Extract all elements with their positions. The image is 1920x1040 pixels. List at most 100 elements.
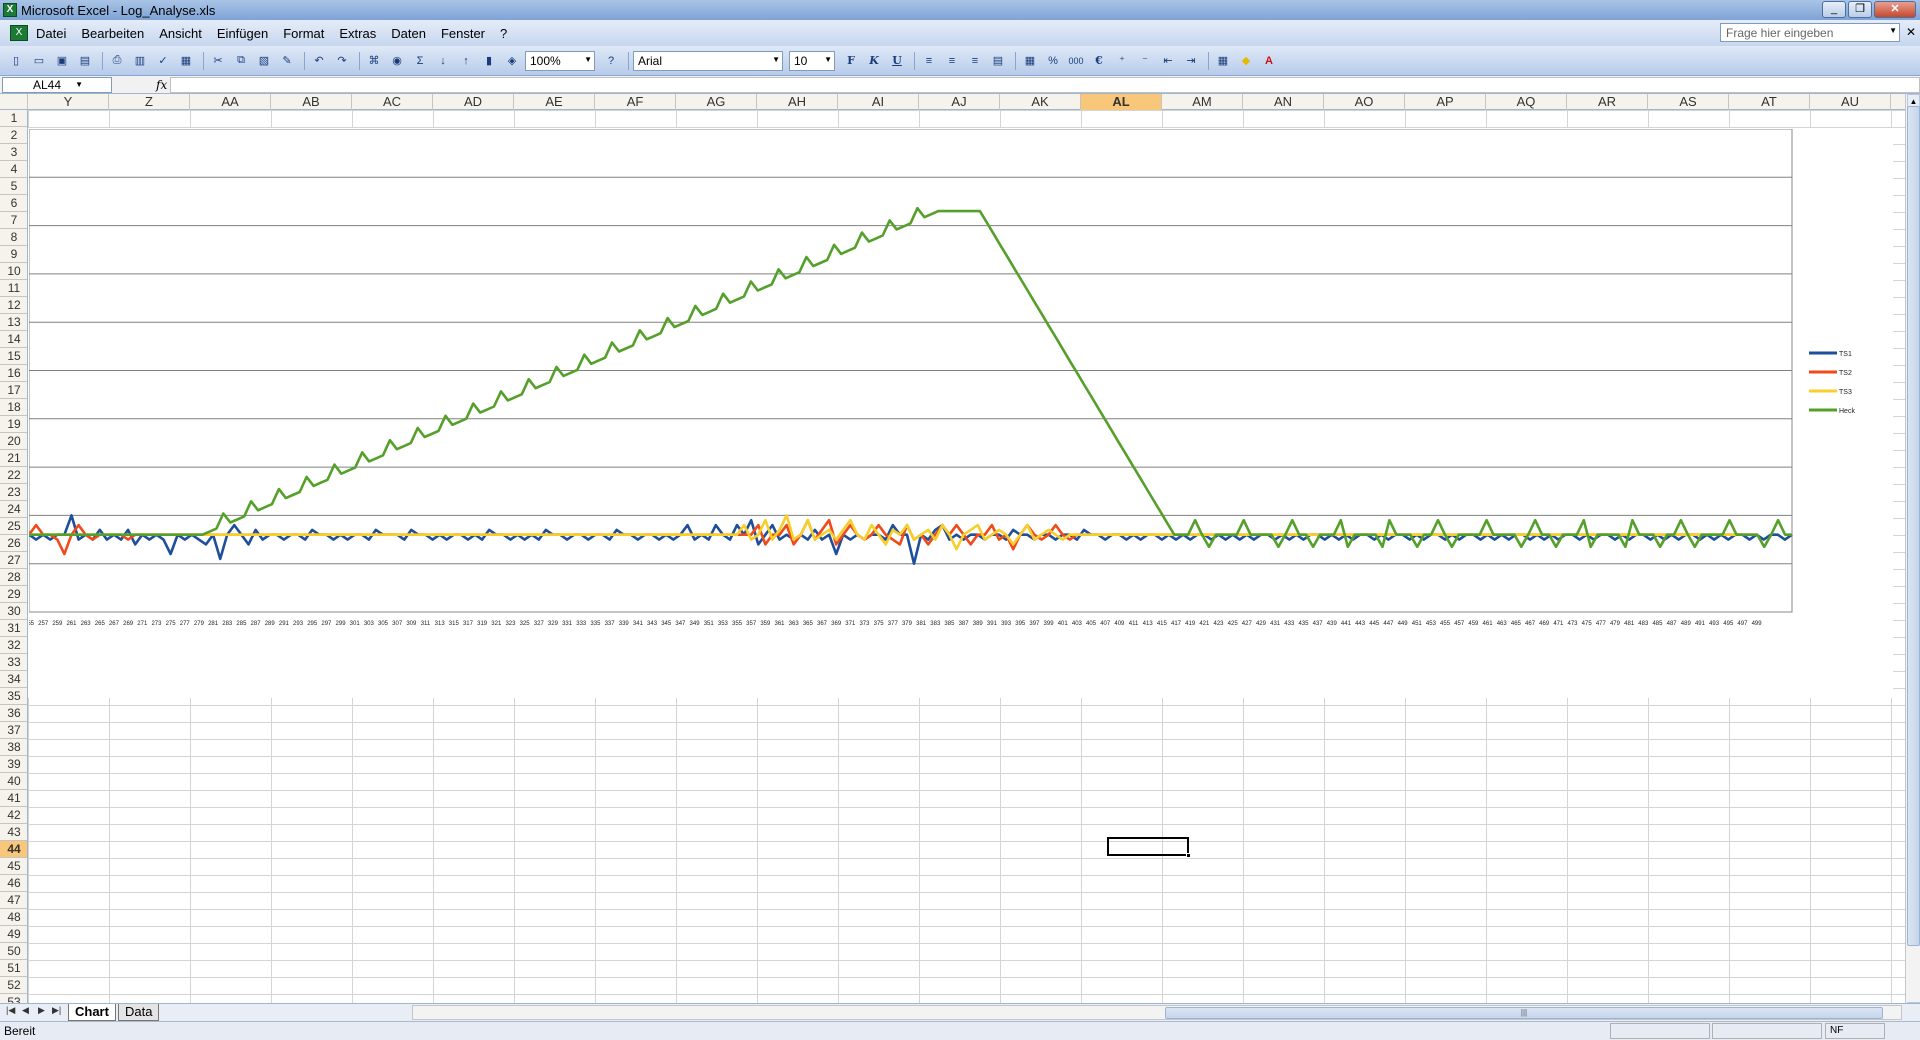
row-header-21[interactable]: 21 xyxy=(0,450,27,467)
vertical-scrollbar[interactable]: ▲ ▼ xyxy=(1905,94,1920,1016)
decrease-indent-icon[interactable]: ⇤ xyxy=(1158,51,1178,71)
horizontal-scroll-thumb[interactable]: ||| xyxy=(1165,1007,1883,1019)
row-header-17[interactable]: 17 xyxy=(0,382,27,399)
row-header-22[interactable]: 22 xyxy=(0,467,27,484)
drawing-icon[interactable]: ◈ xyxy=(502,51,522,71)
save-icon[interactable]: ▣ xyxy=(52,51,72,71)
row-header-12[interactable]: 12 xyxy=(0,297,27,314)
row-header-19[interactable]: 19 xyxy=(0,416,27,433)
column-header-au[interactable]: AU xyxy=(1810,94,1891,110)
menu-extras[interactable]: Extras xyxy=(339,26,376,41)
row-header-13[interactable]: 13 xyxy=(0,314,27,331)
open-folder-icon[interactable]: ▭ xyxy=(29,51,49,71)
menu-datei[interactable]: Datei xyxy=(36,26,66,41)
column-header-ag[interactable]: AG xyxy=(676,94,757,110)
row-header-11[interactable]: 11 xyxy=(0,280,27,297)
prev-sheet-icon[interactable]: ◀ xyxy=(22,1005,29,1016)
percent-button[interactable]: % xyxy=(1043,51,1063,71)
sheet-tab-data[interactable]: Data xyxy=(118,1004,160,1021)
row-header-50[interactable]: 50 xyxy=(0,943,27,960)
workbook-icon[interactable]: X xyxy=(10,25,28,41)
column-header-ah[interactable]: AH xyxy=(757,94,838,110)
zoom-select[interactable]: 100% ▼ xyxy=(525,50,595,71)
currency-icon[interactable]: ▦ xyxy=(1020,51,1040,71)
help-search-input[interactable]: Frage hier eingeben ▼ xyxy=(1720,23,1900,42)
column-header-ar[interactable]: AR xyxy=(1567,94,1648,110)
row-header-6[interactable]: 6 xyxy=(0,195,27,212)
row-header-52[interactable]: 52 xyxy=(0,977,27,994)
decrease-decimal-icon[interactable]: ⁻ xyxy=(1135,51,1155,71)
row-header-45[interactable]: 45 xyxy=(0,858,27,875)
menu-einfuegen[interactable]: Einfügen xyxy=(217,26,268,41)
row-header-5[interactable]: 5 xyxy=(0,178,27,195)
help-icon[interactable]: ? xyxy=(601,51,621,71)
row-header-8[interactable]: 8 xyxy=(0,229,27,246)
row-header-36[interactable]: 36 xyxy=(0,705,27,722)
restore-button[interactable]: ❐ xyxy=(1848,1,1872,18)
menu-ansicht[interactable]: Ansicht xyxy=(159,26,202,41)
column-header-ad[interactable]: AD xyxy=(433,94,514,110)
column-header-ap[interactable]: AP xyxy=(1405,94,1486,110)
row-header-35[interactable]: 35 xyxy=(0,688,27,705)
column-header-ae[interactable]: AE xyxy=(514,94,595,110)
row-header-48[interactable]: 48 xyxy=(0,909,27,926)
menu-daten[interactable]: Daten xyxy=(391,26,426,41)
new-document-icon[interactable]: ▯ xyxy=(6,51,26,71)
column-header-ao[interactable]: AO xyxy=(1324,94,1405,110)
menu-help[interactable]: ? xyxy=(500,26,507,41)
row-header-14[interactable]: 14 xyxy=(0,331,27,348)
row-header-4[interactable]: 4 xyxy=(0,161,27,178)
align-center-icon[interactable]: ≡ xyxy=(942,51,962,71)
select-all-corner[interactable] xyxy=(0,94,28,110)
last-sheet-icon[interactable]: ▶| xyxy=(52,1005,61,1016)
row-header-43[interactable]: 43 xyxy=(0,824,27,841)
font-select[interactable]: Arial ▼ xyxy=(633,50,783,71)
name-box[interactable]: AL44 ▼ xyxy=(2,76,112,93)
column-header-at[interactable]: AT xyxy=(1729,94,1810,110)
font-color-icon[interactable]: A xyxy=(1259,51,1279,71)
row-header-20[interactable]: 20 xyxy=(0,433,27,450)
format-painter-icon[interactable]: ✎ xyxy=(277,51,297,71)
row-header-39[interactable]: 39 xyxy=(0,756,27,773)
column-header-y[interactable]: Y xyxy=(28,94,109,110)
permission-icon[interactable]: ▤ xyxy=(75,51,95,71)
row-header-27[interactable]: 27 xyxy=(0,552,27,569)
first-sheet-icon[interactable]: |◀ xyxy=(6,1005,15,1016)
row-header-18[interactable]: 18 xyxy=(0,399,27,416)
column-header-aa[interactable]: AA xyxy=(190,94,271,110)
row-header-42[interactable]: 42 xyxy=(0,807,27,824)
copy-icon[interactable]: ⧉ xyxy=(231,51,251,71)
row-header-37[interactable]: 37 xyxy=(0,722,27,739)
row-header-47[interactable]: 47 xyxy=(0,892,27,909)
column-header-an[interactable]: AN xyxy=(1243,94,1324,110)
row-header-10[interactable]: 10 xyxy=(0,263,27,280)
row-header-24[interactable]: 24 xyxy=(0,501,27,518)
row-header-41[interactable]: 41 xyxy=(0,790,27,807)
column-header-ak[interactable]: AK xyxy=(1000,94,1081,110)
row-header-2[interactable]: 2 xyxy=(0,127,27,144)
cut-icon[interactable]: ✂ xyxy=(208,51,228,71)
minimize-button[interactable]: _ xyxy=(1822,1,1846,18)
horizontal-scrollbar[interactable]: ||| xyxy=(412,1005,1902,1020)
align-right-icon[interactable]: ≡ xyxy=(965,51,985,71)
column-header-al[interactable]: AL xyxy=(1081,94,1162,110)
row-header-16[interactable]: 16 xyxy=(0,365,27,382)
research-icon[interactable]: ▦ xyxy=(176,51,196,71)
print-icon[interactable]: ⎙ xyxy=(107,51,127,71)
column-header-as[interactable]: AS xyxy=(1648,94,1729,110)
column-header-z[interactable]: Z xyxy=(109,94,190,110)
next-sheet-icon[interactable]: ▶ xyxy=(38,1005,45,1016)
italic-button[interactable]: K xyxy=(864,51,884,71)
spelling-icon[interactable]: ✓ xyxy=(153,51,173,71)
row-header-15[interactable]: 15 xyxy=(0,348,27,365)
row-header-29[interactable]: 29 xyxy=(0,586,27,603)
menu-bearbeiten[interactable]: Bearbeiten xyxy=(81,26,144,41)
row-header-49[interactable]: 49 xyxy=(0,926,27,943)
row-header-34[interactable]: 34 xyxy=(0,671,27,688)
row-header-9[interactable]: 9 xyxy=(0,246,27,263)
row-header-7[interactable]: 7 xyxy=(0,212,27,229)
fill-handle[interactable] xyxy=(1186,853,1191,858)
column-header-ai[interactable]: AI xyxy=(838,94,919,110)
row-header-26[interactable]: 26 xyxy=(0,535,27,552)
row-header-23[interactable]: 23 xyxy=(0,484,27,501)
